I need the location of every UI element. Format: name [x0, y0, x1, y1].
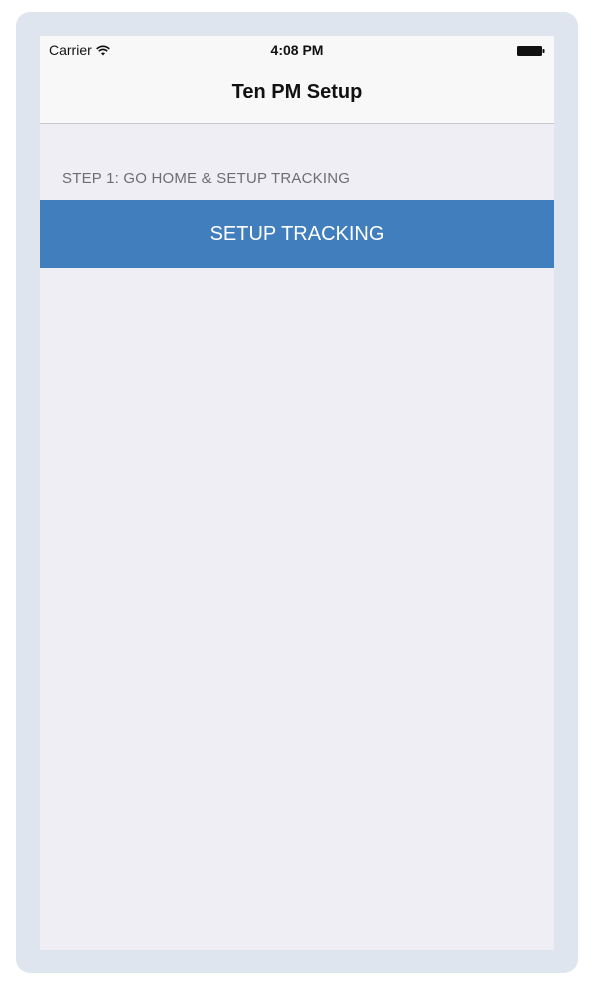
device-frame: Carrier 4:08 PM Ten PM Setup STEP 1: GO … — [16, 12, 578, 973]
status-time: 4:08 PM — [270, 42, 324, 58]
page-title: Ten PM Setup — [231, 81, 363, 103]
navigation-bar: Ten PM Setup — [40, 64, 554, 124]
app-screen: Carrier 4:08 PM Ten PM Setup STEP 1: GO … — [40, 36, 554, 950]
setup-tracking-button[interactable]: SETUP TRACKING — [40, 200, 554, 268]
status-bar: Carrier 4:08 PM — [40, 36, 554, 64]
battery-icon — [517, 46, 545, 56]
step-1-header: STEP 1: GO HOME & SETUP TRACKING — [62, 170, 351, 187]
